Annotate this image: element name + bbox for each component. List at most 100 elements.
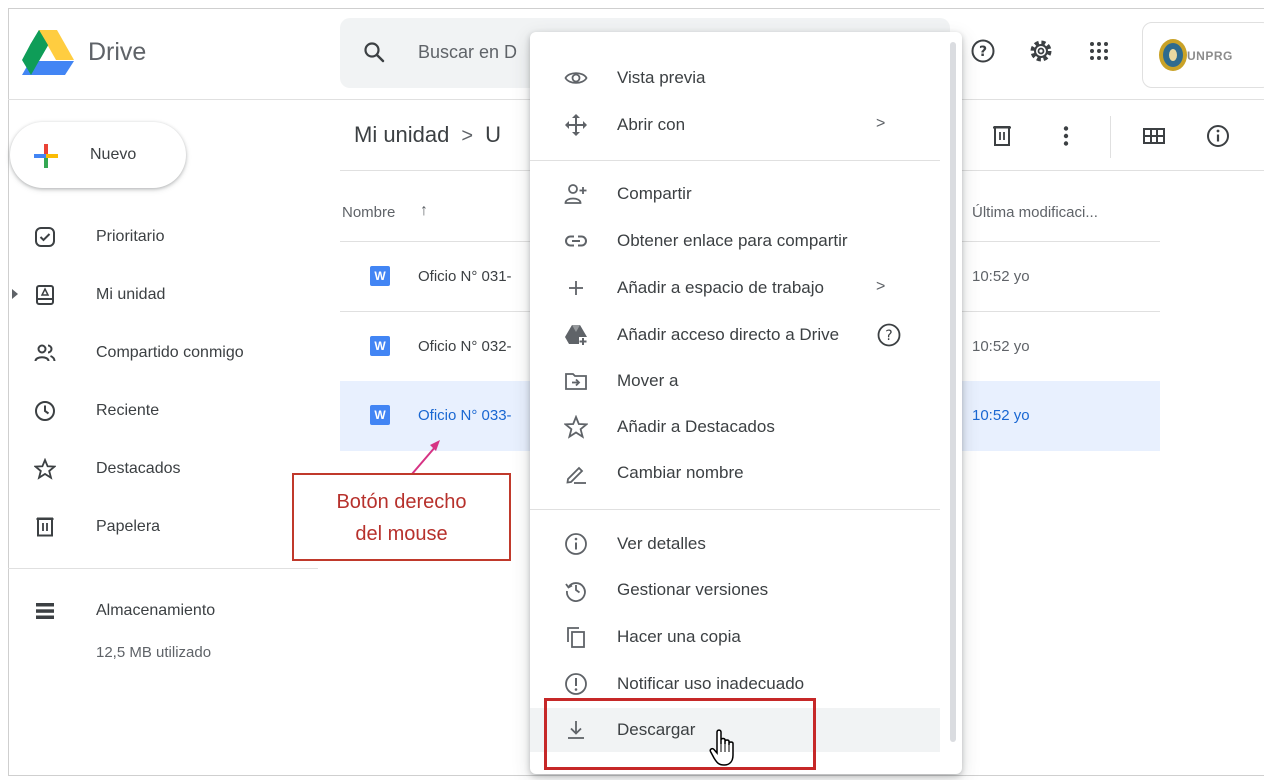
sidebar-item-label: Almacenamiento xyxy=(96,602,216,619)
eye-icon xyxy=(564,72,588,84)
context-menu: Vista previa Abrir con > Compartir Obten… xyxy=(530,32,962,774)
search-input[interactable]: Buscar en D xyxy=(418,42,517,63)
star-icon xyxy=(34,458,56,480)
menu-item-acceso-directo[interactable]: Añadir acceso directo a Drive ? xyxy=(530,313,940,357)
annotation-line-1: Botón derecho xyxy=(336,491,467,513)
sidebar-item-label: Prioritario xyxy=(96,228,165,245)
menu-item-label: Cambiar nombre xyxy=(617,463,744,482)
clock-icon xyxy=(35,401,55,421)
menu-item-cambiar-nombre[interactable]: Cambiar nombre xyxy=(530,451,940,495)
app-title: Drive xyxy=(88,38,147,66)
menu-item-label: Obtener enlace para compartir xyxy=(617,231,848,250)
menu-item-espacio-trabajo[interactable]: Añadir a espacio de trabajo > xyxy=(530,266,940,310)
new-button[interactable]: Nuevo xyxy=(10,122,186,188)
menu-item-ver-detalles[interactable]: Ver detalles xyxy=(530,522,940,566)
plus-icon xyxy=(569,281,583,295)
trash-icon xyxy=(36,517,54,537)
new-button-label: Nuevo xyxy=(90,146,137,163)
sidebar-item-papelera[interactable]: Papelera xyxy=(8,508,328,548)
sidebar-item-destacados[interactable]: Destacados xyxy=(8,450,328,490)
svg-text:?: ? xyxy=(885,328,892,344)
more-vert-icon[interactable] xyxy=(1054,124,1078,148)
account-label: UNPRG xyxy=(1187,49,1233,63)
menu-item-label: Añadir a Destacados xyxy=(617,417,775,436)
menu-item-destacados[interactable]: Añadir a Destacados xyxy=(530,405,940,449)
svg-text:?: ? xyxy=(979,44,987,60)
link-icon xyxy=(565,235,587,247)
menu-item-label: Añadir a espacio de trabajo xyxy=(617,278,824,297)
menu-item-mover[interactable]: Mover a xyxy=(530,359,940,403)
column-header-modified[interactable]: Última modificaci... xyxy=(972,204,1098,221)
menu-item-label: Añadir acceso directo a Drive xyxy=(617,325,840,344)
sidebar-item-compartido[interactable]: Compartido conmigo xyxy=(8,334,328,374)
breadcrumb-separator: > xyxy=(461,125,474,147)
info-icon xyxy=(565,533,587,555)
person-add-icon xyxy=(564,184,587,204)
breadcrumb-current[interactable]: U xyxy=(485,122,501,147)
info-icon[interactable] xyxy=(1206,124,1230,148)
storage-used-text: 12,5 MB utilizado xyxy=(96,644,212,661)
sidebar-divider xyxy=(8,568,318,569)
file-modified: 10:52 yo xyxy=(972,407,1030,424)
sidebar-item-reciente[interactable]: Reciente xyxy=(8,392,328,432)
pencil-icon xyxy=(566,466,586,484)
trash-icon[interactable] xyxy=(990,124,1014,148)
chevron-right-icon: > xyxy=(876,278,886,295)
annotation-callout: Botón derecho del mouse xyxy=(292,473,511,561)
column-header-name[interactable]: Nombre xyxy=(342,204,395,221)
my-drive-icon xyxy=(36,285,54,305)
search-icon[interactable] xyxy=(362,40,386,64)
settings-icon[interactable] xyxy=(1028,38,1054,64)
shared-people-icon xyxy=(34,344,56,362)
toolbar-divider xyxy=(1110,116,1111,158)
file-name: Oficio N° 032- xyxy=(418,338,512,355)
file-modified: 10:52 yo xyxy=(972,268,1030,285)
word-doc-icon: W xyxy=(370,405,390,425)
copy-icon xyxy=(567,627,585,648)
report-icon xyxy=(565,673,587,695)
sidebar-item-almacenamiento[interactable]: Almacenamiento xyxy=(8,592,328,632)
menu-item-compartir[interactable]: Compartir xyxy=(530,172,940,216)
plus-icon xyxy=(34,144,58,168)
file-name: Oficio N° 031- xyxy=(418,268,512,285)
move-folder-icon xyxy=(565,373,587,390)
annotation-line-2: del mouse xyxy=(355,523,448,545)
menu-separator xyxy=(530,509,940,510)
file-name: Oficio N° 033- xyxy=(418,407,512,424)
storage-icon xyxy=(36,603,54,619)
descargar-highlight-box xyxy=(544,698,816,770)
open-with-icon xyxy=(565,114,587,136)
menu-item-vista-previa[interactable]: Vista previa xyxy=(530,56,940,100)
account-switcher[interactable]: UNPRG xyxy=(1142,22,1264,88)
menu-item-label: Compartir xyxy=(617,184,692,203)
apps-grid-icon[interactable] xyxy=(1086,38,1112,64)
sidebar-item-prioritario[interactable]: Prioritario xyxy=(8,218,328,258)
menu-item-hacer-copia[interactable]: Hacer una copia xyxy=(530,615,940,659)
drive-shortcut-icon xyxy=(565,325,587,345)
breadcrumb: Mi unidad > U xyxy=(354,122,501,148)
drive-logo-icon[interactable] xyxy=(22,28,74,76)
expand-arrow-icon[interactable] xyxy=(12,289,18,299)
sidebar-item-label: Reciente xyxy=(96,402,160,419)
menu-item-label: Abrir con xyxy=(617,115,686,134)
menu-item-obtener-enlace[interactable]: Obtener enlace para compartir xyxy=(530,219,940,263)
chevron-right-icon: > xyxy=(876,115,886,132)
help-icon[interactable]: ? xyxy=(970,38,996,64)
grid-view-icon[interactable] xyxy=(1142,124,1166,148)
menu-scrollbar[interactable] xyxy=(950,42,956,742)
help-icon[interactable]: ? xyxy=(876,322,902,348)
sidebar-item-mi-unidad[interactable]: Mi unidad xyxy=(8,276,328,316)
menu-item-label: Mover a xyxy=(617,371,679,390)
menu-item-abrir-con[interactable]: Abrir con > xyxy=(530,103,940,147)
hand-cursor-icon xyxy=(709,729,734,766)
menu-item-label: Gestionar versiones xyxy=(617,580,769,599)
menu-item-gestionar-versiones[interactable]: Gestionar versiones xyxy=(530,568,940,612)
sidebar-item-label: Compartido conmigo xyxy=(96,344,244,361)
priority-check-icon xyxy=(35,227,55,247)
menu-item-label: Notificar uso inadecuado xyxy=(617,674,805,693)
menu-item-label: Hacer una copia xyxy=(617,627,741,646)
breadcrumb-root[interactable]: Mi unidad xyxy=(354,122,449,147)
sort-arrow-icon[interactable]: ↑ xyxy=(420,202,428,220)
history-icon xyxy=(565,582,586,602)
menu-separator xyxy=(530,160,940,161)
